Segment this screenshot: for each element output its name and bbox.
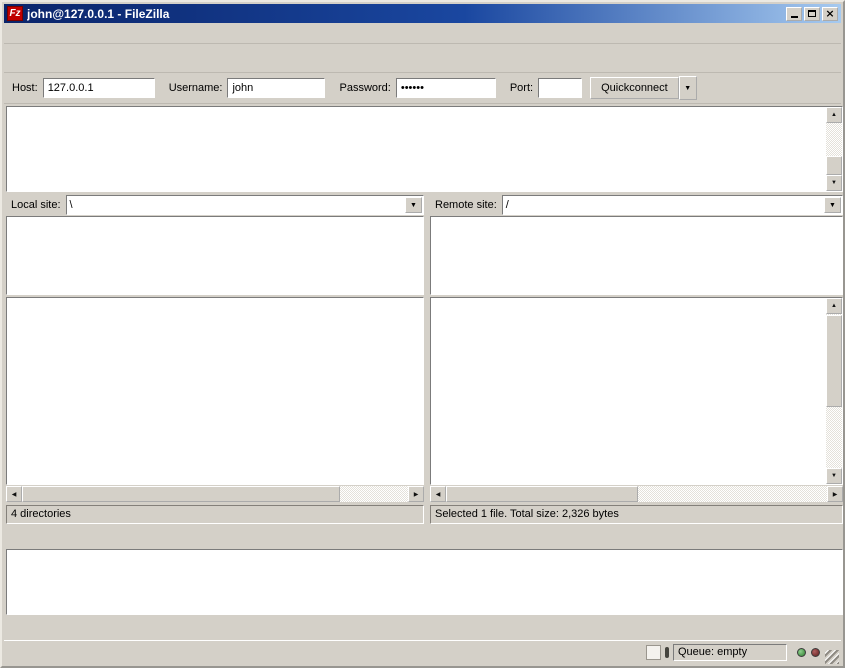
- local-site-dropdown-button[interactable]: ▼: [405, 197, 422, 213]
- remote-site-value: /: [503, 199, 823, 211]
- scroll-thumb[interactable]: [826, 156, 842, 175]
- minimize-button[interactable]: [786, 7, 802, 21]
- local-horizontal-scrollbar[interactable]: ◀ ▶: [6, 486, 424, 502]
- port-label: Port:: [510, 82, 533, 94]
- local-status-text: 4 directories: [6, 505, 424, 524]
- triangle-right-icon: ▶: [414, 491, 419, 498]
- triangle-down-icon: ▼: [831, 180, 837, 186]
- triangle-up-icon: ▲: [831, 112, 837, 118]
- remote-site-row: Remote site: / ▼: [430, 195, 843, 215]
- scroll-down-button[interactable]: ▼: [826, 468, 842, 484]
- message-log: ▲ ▼: [6, 106, 843, 192]
- remote-site-label: Remote site:: [430, 199, 502, 211]
- remote-file-list: ▲ ▼: [430, 297, 843, 485]
- remote-horizontal-scrollbar[interactable]: ◀ ▶: [430, 486, 843, 502]
- filezilla-window: Fz john@127.0.0.1 - FileZilla × Host: Us…: [0, 0, 845, 668]
- status-bar: Queue: empty: [4, 640, 841, 664]
- scroll-left-button[interactable]: ◀: [6, 486, 22, 502]
- local-site-combo[interactable]: \ ▼: [66, 195, 424, 215]
- remote-vertical-scrollbar[interactable]: ▲ ▼: [826, 298, 842, 484]
- port-input[interactable]: [538, 78, 582, 98]
- quickconnect-dropdown-button[interactable]: ▼: [679, 76, 697, 100]
- password-input[interactable]: [396, 78, 496, 98]
- scroll-right-button[interactable]: ▶: [827, 486, 843, 502]
- triangle-left-icon: ◀: [436, 491, 441, 498]
- local-file-list: [6, 297, 424, 485]
- filezilla-logo-icon: Fz: [7, 6, 23, 21]
- scroll-down-button[interactable]: ▼: [826, 175, 842, 191]
- local-directory-tree: [6, 216, 424, 295]
- triangle-left-icon: ◀: [12, 491, 17, 498]
- chevron-down-icon: ▼: [684, 85, 691, 92]
- speed-limit-icon[interactable]: [665, 647, 669, 658]
- username-label: Username:: [169, 82, 223, 94]
- log-vertical-scrollbar[interactable]: ▲ ▼: [826, 107, 842, 191]
- scroll-thumb[interactable]: [446, 486, 638, 502]
- resize-grip[interactable]: [825, 650, 839, 664]
- chevron-down-icon: ▼: [829, 202, 836, 209]
- host-input[interactable]: [43, 78, 155, 98]
- maximize-button[interactable]: [804, 7, 820, 21]
- triangle-up-icon: ▲: [831, 303, 837, 309]
- username-input[interactable]: [227, 78, 325, 98]
- scroll-up-button[interactable]: ▲: [826, 107, 842, 123]
- transfer-type-icon[interactable]: [646, 645, 661, 660]
- titlebar[interactable]: Fz john@127.0.0.1 - FileZilla ×: [4, 4, 841, 23]
- local-site-label: Local site:: [6, 199, 66, 211]
- scroll-up-button[interactable]: ▲: [826, 298, 842, 314]
- activity-led-green-icon: [797, 648, 806, 657]
- scroll-thumb[interactable]: [22, 486, 340, 502]
- toolbar: [4, 44, 841, 73]
- minimize-icon: [791, 16, 798, 18]
- local-site-value: \: [67, 199, 404, 211]
- chevron-down-icon: ▼: [410, 202, 417, 209]
- close-button[interactable]: ×: [822, 7, 838, 21]
- password-label: Password:: [339, 82, 390, 94]
- local-site-row: Local site: \ ▼: [6, 195, 424, 215]
- menu-bar: [4, 23, 841, 44]
- scroll-thumb[interactable]: [826, 315, 842, 407]
- activity-led-red-icon: [811, 648, 820, 657]
- quickconnect-bar: Host: Username: Password: Port: Quickcon…: [4, 73, 841, 104]
- scroll-right-button[interactable]: ▶: [408, 486, 424, 502]
- remote-site-dropdown-button[interactable]: ▼: [824, 197, 841, 213]
- remote-site-combo[interactable]: / ▼: [502, 195, 843, 215]
- transfer-queue-list[interactable]: [6, 549, 843, 615]
- quickconnect-button[interactable]: Quickconnect: [590, 77, 679, 99]
- transfer-queue-header: [6, 531, 843, 549]
- window-title: john@127.0.0.1 - FileZilla: [27, 7, 784, 21]
- maximize-icon: [808, 10, 816, 17]
- triangle-down-icon: ▼: [831, 473, 837, 479]
- scroll-left-button[interactable]: ◀: [430, 486, 446, 502]
- remote-status-text: Selected 1 file. Total size: 2,326 bytes: [430, 505, 843, 524]
- close-icon: ×: [825, 9, 834, 19]
- host-label: Host:: [12, 82, 38, 94]
- triangle-right-icon: ▶: [833, 491, 838, 498]
- queue-status-text: Queue: empty: [673, 644, 787, 661]
- remote-directory-tree: [430, 216, 843, 295]
